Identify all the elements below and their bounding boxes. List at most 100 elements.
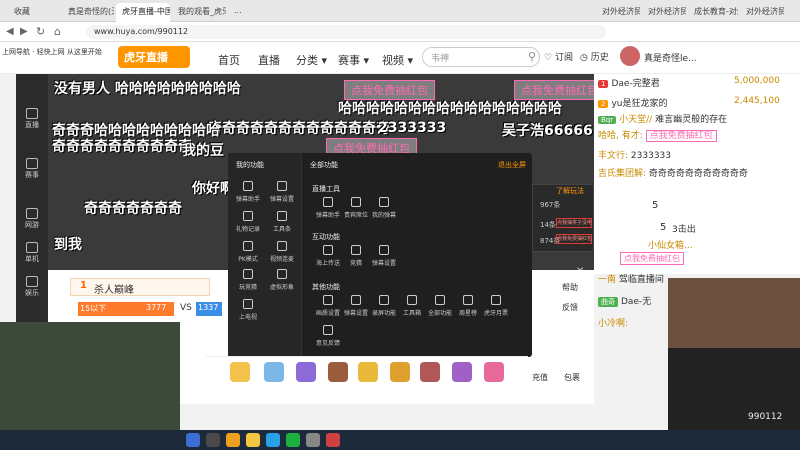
popup-item[interactable]: PK模式 [230,240,266,263]
search-icon[interactable] [206,433,220,447]
popup-item-label: 弹幕设置 [269,196,294,203]
popup-item[interactable]: 弹幕助手 [230,180,266,203]
browser-tab[interactable]: 对外经济贸易大学 [596,3,640,22]
subscribe-button[interactable]: ♡ 订阅 [544,50,573,63]
sidebar-label: 娱乐 [25,289,39,297]
play-panel-button[interactable]: 点我免费抽红包 [556,234,592,244]
browser-tab[interactable]: 收藏 [8,3,60,22]
sidebar-item-matches[interactable]: 赛事 [16,154,48,184]
home-icon[interactable]: ⌂ [54,25,61,38]
sidebar-item-entertainment[interactable]: 娱乐 [16,272,48,302]
exit-fullscreen-link[interactable]: 退出全屏 [498,160,526,170]
sidebar-item-single-player[interactable]: 单机 [16,238,48,268]
redpacket-button[interactable]: 点我免费抽红包 [620,252,684,265]
gift-item[interactable] [420,362,440,382]
chat-user[interactable]: 一南 [598,275,616,285]
play-panel-count: 14条 [540,221,556,229]
chat-user[interactable]: 小天堂// [619,115,652,125]
refresh-icon[interactable]: ↻ [36,25,45,38]
danmu-comment: 我的豆 [182,143,224,159]
redpacket-banner[interactable]: 点我免费抽红包 [344,80,435,100]
qq-icon[interactable] [266,433,280,447]
url-input[interactable]: www.huya.com/990112 [86,25,606,39]
popup-item[interactable]: 弹幕设置 [264,180,300,203]
popup-item[interactable]: 工具条 [264,210,300,233]
record-icon[interactable] [326,433,340,447]
browser-tab-active[interactable]: 虎牙直播-中国领先... [116,3,170,22]
popup-item[interactable]: 虚拟形象 [264,268,300,291]
browser-tab[interactable]: 真是奇怪的(无)... [62,3,114,22]
bookmark-link[interactable]: 上网导航 · 轻快上网 从这里开始 [2,47,112,57]
folder-icon[interactable] [246,433,260,447]
browser-icon[interactable] [226,433,240,447]
gift-user[interactable]: 小仙女箱... [648,238,693,251]
popup-item[interactable]: 虎牙月票 [478,294,514,317]
help-button[interactable]: 帮助 [562,282,578,293]
feature-icon [491,295,501,305]
gift-item[interactable] [230,362,250,382]
settings-icon[interactable] [306,433,320,447]
popup-item[interactable]: 弹幕设置 [366,244,402,267]
vs-label: VS [180,303,192,313]
gift-item[interactable] [296,362,316,382]
chat-user[interactable]: 吉氏集团解: [598,169,646,179]
nav-home[interactable]: 首页 [218,52,240,68]
browser-tab[interactable]: 对外经济贸易大 [740,3,784,22]
popup-item[interactable]: 视频连麦 [264,240,300,263]
play-panel-button[interactable]: 点我抽奖子没电表 [556,218,592,228]
huya-logo[interactable]: 虎牙直播huya.com [118,46,190,77]
gift-item[interactable] [358,362,378,382]
gift-item[interactable] [390,362,410,382]
sidebar-item-online-games[interactable]: 网游 [16,204,48,234]
gift-item[interactable] [452,362,472,382]
feature-icon [351,197,361,207]
chat-user[interactable]: 丰文行: [598,151,628,161]
browser-tab[interactable]: 我的观看_虎牙... [172,3,226,22]
chat-user[interactable]: 小冷啊: [598,319,628,329]
feature-icon [243,299,253,309]
gift-item[interactable] [484,362,504,382]
start-icon[interactable] [186,433,200,447]
console-icon [26,242,38,253]
nav-matches[interactable]: 赛事 ▾ [338,52,369,68]
popup-item[interactable]: 玩竞猜 [230,268,266,291]
rank-user-row: 2 yu是狂龙家的 [598,96,668,109]
popup-item[interactable]: 意见反馈 [310,324,346,347]
feature-icon [243,211,253,221]
danmu-comment: 奇奇奇奇奇奇奇奇奇奇 [52,139,192,155]
history-button[interactable]: ◷ 历史 [580,50,609,63]
feedback-button[interactable]: 反馈 [562,302,578,313]
nav-live[interactable]: 直播 [258,52,280,68]
rank-user-name[interactable]: yu是狂龙家的 [611,99,667,109]
rank-user-name[interactable]: Dae-完整君 [611,79,659,89]
search-icon[interactable]: ⚲ [528,50,536,63]
avatar[interactable] [620,46,640,66]
browser-tab[interactable]: 对外经济贸易大学 [642,3,686,22]
popup-item[interactable]: 礼物记录 [230,210,266,233]
taskbar [0,430,800,450]
chat-redpacket[interactable]: 点我免费抽红包 [645,130,717,142]
redpacket-banner[interactable]: 点我免费抽红包 [514,80,594,100]
popup-item[interactable]: 我的弹幕 [366,196,402,219]
package-button[interactable]: 包裹 [564,372,580,383]
popup-item[interactable]: 上电视 [230,298,266,321]
nav-category[interactable]: 分类 ▾ [296,52,327,68]
nav-video[interactable]: 视频 ▾ [382,52,413,68]
recharge-button[interactable]: 充值 [532,372,548,383]
search-input[interactable]: 韦神 [422,47,540,67]
feature-icon [277,241,287,251]
back-icon[interactable]: ◀ [6,26,14,37]
browser-tab[interactable]: ... [228,3,278,22]
chat-user[interactable]: 哈哈, 有才: [598,131,643,141]
browser-tab[interactable]: 成长教育-对外经... [688,3,738,22]
rank-badge: 2 [598,100,609,108]
play-panel-title[interactable]: 了解玩法 [556,186,584,196]
wechat-icon[interactable] [286,433,300,447]
rank-box [70,278,210,296]
gift-item[interactable] [264,362,284,382]
sidebar-item-live[interactable]: 直播 [16,104,48,134]
forward-icon[interactable]: ▶ [20,26,28,37]
username[interactable]: 真是奇怪le... [644,51,714,64]
webcam-overlay-left [0,322,180,432]
gift-item[interactable] [328,362,348,382]
